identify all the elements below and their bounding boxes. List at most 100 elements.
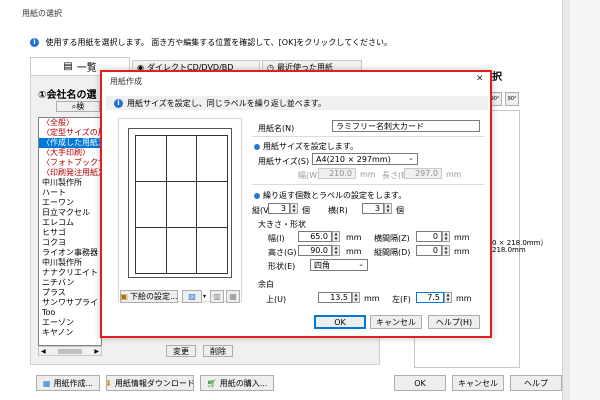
- rows-stepper[interactable]: ▲ ▼: [290, 203, 298, 214]
- h-gap-unit: mm: [454, 233, 470, 242]
- label-cell: [196, 135, 228, 182]
- dialog-close-button[interactable]: ✕: [476, 74, 484, 84]
- label-cell: [196, 181, 228, 228]
- list-item[interactable]: プラス: [39, 288, 101, 298]
- dialog-cancel-button[interactable]: キャンセル: [370, 315, 422, 329]
- list-item[interactable]: ニチバン: [39, 278, 101, 288]
- search-button-label: 検: [76, 102, 85, 111]
- list-item[interactable]: 〈作成した用紙〉: [39, 138, 101, 148]
- image-tool-dropdown-icon[interactable]: ▾: [203, 293, 206, 300]
- trash-button[interactable]: ▥: [210, 290, 224, 303]
- dialog-instruction-bar: i 用紙サイズを設定し、同じラベルを繰り返し並べます。: [106, 96, 488, 110]
- top-margin-stepper[interactable]: ▲ ▼: [352, 292, 360, 303]
- h-gap-stepper[interactable]: ▲ ▼: [442, 231, 450, 242]
- v-gap-stepper[interactable]: ▲ ▼: [442, 245, 450, 256]
- underlay-settings-button[interactable]: ▣ 下絵の設定...: [120, 290, 178, 303]
- list-item[interactable]: 〈大手印刷〉: [39, 148, 101, 158]
- width-input[interactable]: 210.0: [318, 168, 356, 179]
- label-width-stepper[interactable]: ▲ ▼: [332, 231, 340, 242]
- shape-label: 形状(E): [268, 262, 296, 271]
- cols-input[interactable]: 3: [362, 203, 384, 214]
- list-item[interactable]: エーゾン: [39, 318, 101, 328]
- list-item[interactable]: 〈印刷発注用紙〉: [39, 168, 101, 178]
- download-button[interactable]: ⬇ 用紙情報ダウンロード: [106, 375, 194, 391]
- list-item[interactable]: 〈フォトブックサー: [39, 158, 101, 168]
- divider: [252, 136, 484, 137]
- preview-size-label-2: 218.0mm: [492, 246, 526, 254]
- paper-name-label: 用紙名(N): [258, 124, 295, 133]
- rows-input[interactable]: 3: [268, 203, 290, 214]
- left-margin-stepper[interactable]: ▲ ▼: [444, 292, 452, 303]
- download-icon: ⬇: [107, 379, 112, 388]
- height-input[interactable]: 297.0: [404, 168, 442, 179]
- label-width-unit: mm: [346, 233, 362, 242]
- main-window-title: 用紙の選択: [22, 9, 62, 18]
- list-item[interactable]: コクヨ: [39, 238, 101, 248]
- scroll-right-icon[interactable]: ▶: [94, 348, 99, 355]
- size-shape-label: 大きさ・形状: [258, 220, 306, 229]
- create-paper-button[interactable]: ▦ 用紙作成...: [36, 375, 100, 391]
- label-cell: [135, 135, 167, 182]
- label-height-stepper[interactable]: ▲ ▼: [332, 245, 340, 256]
- list-item[interactable]: Too: [39, 308, 101, 318]
- left-margin-input[interactable]: 7.5: [416, 292, 444, 303]
- paper-create-dialog: 用紙作成 ✕ i 用紙サイズを設定し、同じラベルを繰り返し並べます。 ▣ 下絵の…: [100, 70, 492, 338]
- dialog-help-button[interactable]: ヘルプ(H): [428, 315, 480, 329]
- label-cell: [165, 227, 198, 274]
- list-item[interactable]: ヒサゴ: [39, 228, 101, 238]
- label-width-label: 幅(I): [268, 234, 285, 243]
- cols-stepper[interactable]: ▲ ▼: [384, 203, 392, 214]
- label-height-label: 高さ(G): [268, 248, 297, 257]
- main-ok-button[interactable]: OK: [394, 375, 446, 391]
- list-item[interactable]: エーワン: [39, 198, 101, 208]
- shape-select[interactable]: 四角 ⌄: [310, 259, 368, 271]
- label-width-input[interactable]: 65.0: [298, 231, 332, 242]
- delete-button[interactable]: 削除: [203, 345, 233, 357]
- list-item[interactable]: サンワサプライ: [39, 298, 101, 308]
- document-icon: ▤: [63, 61, 73, 72]
- image-icon: ▨: [188, 292, 196, 301]
- bullet-icon: [254, 143, 260, 150]
- paper-name-input[interactable]: ラミフリー名刺大カード: [332, 120, 480, 132]
- list-item[interactable]: 〈全般〉: [39, 118, 101, 128]
- list-item[interactable]: ハート: [39, 188, 101, 198]
- paper-size-select[interactable]: A4(210 × 297mm) ⌄: [312, 153, 418, 165]
- dialog-ok-button[interactable]: OK: [314, 315, 366, 329]
- label-cell: [165, 181, 198, 228]
- info-icon: i: [30, 38, 39, 47]
- search-button[interactable]: ⌕ 検: [56, 101, 100, 112]
- label-height-input[interactable]: 90.0: [298, 245, 332, 256]
- list-item[interactable]: エレコム: [39, 218, 101, 228]
- grid-button[interactable]: ▦: [226, 290, 240, 303]
- rows-unit: 個: [302, 206, 310, 215]
- list-scrollbar[interactable]: ◀ ▶: [38, 346, 102, 356]
- list-item[interactable]: 中川製作所: [39, 178, 101, 188]
- v-gap-input[interactable]: 0: [416, 245, 442, 256]
- label-cell: [196, 227, 228, 274]
- width-unit: mm: [360, 170, 376, 179]
- scroll-left-icon[interactable]: ◀: [41, 348, 46, 355]
- rotate-right-label: 90°: [507, 96, 517, 102]
- v-gap-label: 縦間隔(D): [374, 248, 411, 257]
- list-item[interactable]: 中川製作所: [39, 258, 101, 268]
- rotate-right-button[interactable]: 90°: [505, 92, 519, 106]
- h-gap-input[interactable]: 0: [416, 231, 442, 242]
- scroll-thumb[interactable]: [58, 348, 82, 354]
- trash-icon: ▥: [213, 292, 221, 301]
- list-item[interactable]: 〈定型サイズの用紙: [39, 128, 101, 138]
- top-margin-label: 上(U): [266, 295, 287, 304]
- top-margin-input[interactable]: 13.5: [318, 292, 352, 303]
- main-help-button[interactable]: ヘルプ: [510, 375, 562, 391]
- list-item[interactable]: ライオン事務器: [39, 248, 101, 258]
- company-list[interactable]: 〈全般〉〈定型サイズの用紙〈作成した用紙〉〈大手印刷〉〈フォトブックサー〈印刷発…: [38, 117, 102, 346]
- grid-icon: ▦: [229, 292, 237, 301]
- cart-icon: 🛒︎: [206, 378, 217, 388]
- image-tool-button[interactable]: ▨: [182, 290, 202, 303]
- list-item[interactable]: キヤノン: [39, 328, 101, 338]
- list-item[interactable]: ナナクリエイト: [39, 268, 101, 278]
- list-item[interactable]: 日立マクセル: [39, 208, 101, 218]
- repeat-section: 繰り返す個数とラベルの設定をします。: [254, 190, 406, 201]
- buy-paper-button[interactable]: 🛒︎ 用紙の購入...: [200, 375, 274, 391]
- change-button[interactable]: 変更: [166, 345, 196, 357]
- main-cancel-button[interactable]: キャンセル: [452, 375, 504, 391]
